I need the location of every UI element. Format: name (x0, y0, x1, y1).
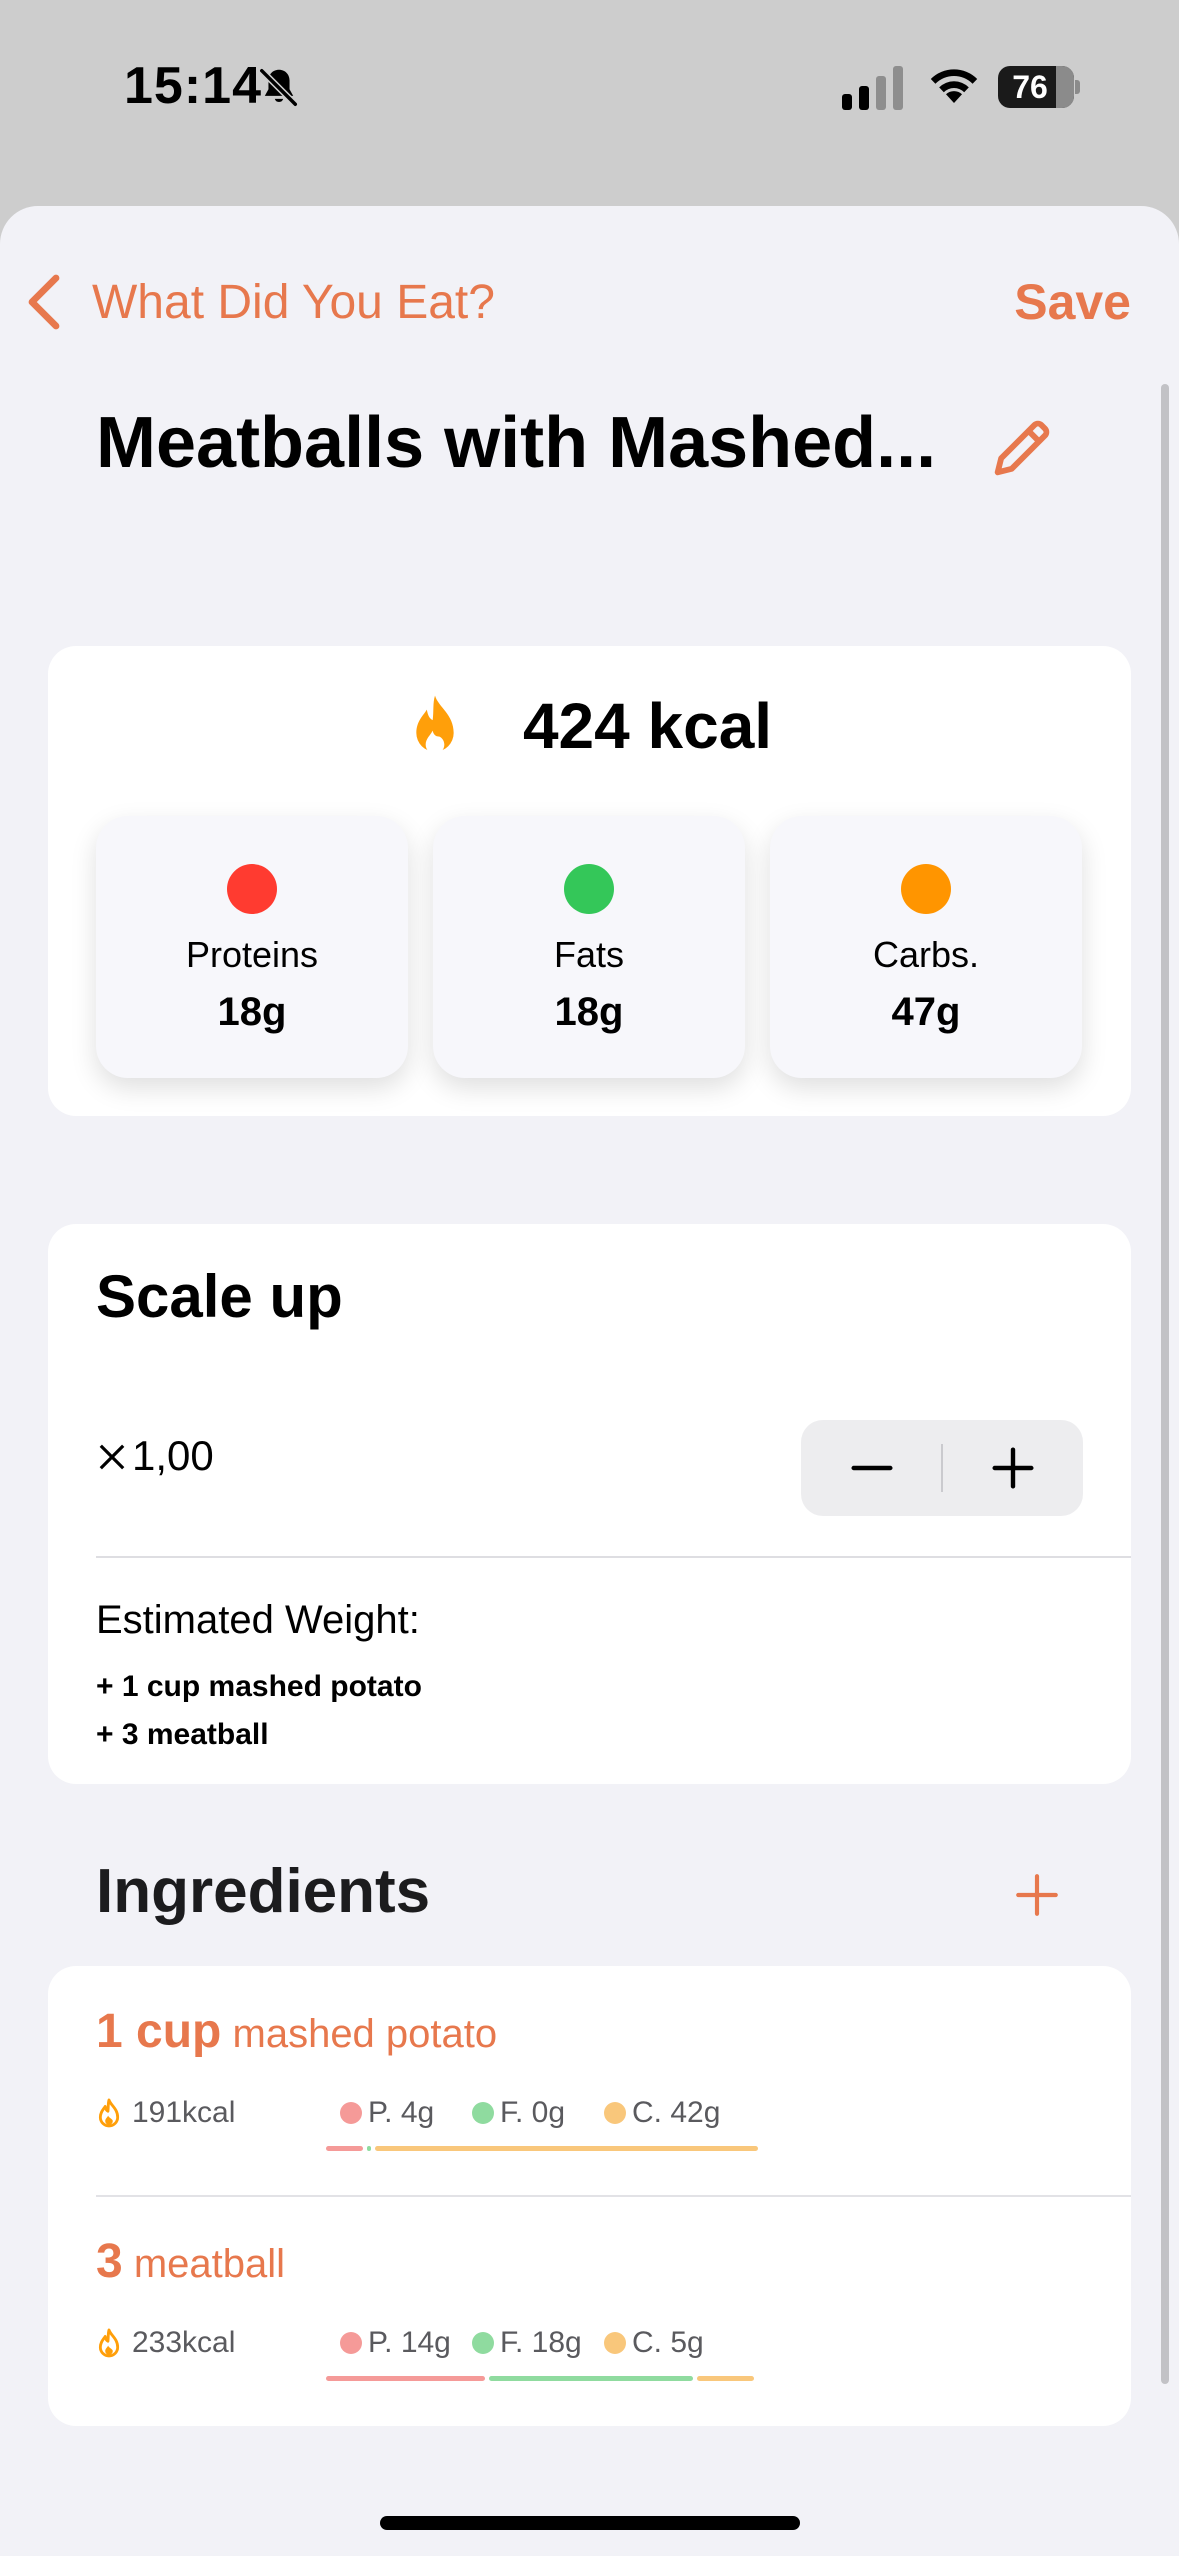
ingredient-carbs: C. 5g (604, 2326, 704, 2360)
carbs-dot (604, 2332, 626, 2354)
back-label: What Did You Eat? (92, 275, 495, 329)
battery-level: 76 (1012, 69, 1048, 105)
ingredient-label: meatball (133, 2242, 286, 2286)
ingredient-fat: F. 0g (472, 2096, 565, 2130)
scale-title: Scale up (96, 1263, 343, 1330)
ingredient-protein: P. 14g (340, 2326, 451, 2360)
macro-dot (564, 864, 614, 914)
macro-carbs: Carbs. 47g (770, 816, 1082, 1078)
pencil-icon[interactable] (986, 414, 1056, 484)
status-bar: 15:14 76 (0, 0, 1179, 190)
decrement-button[interactable] (801, 1420, 942, 1516)
macro-label: Proteins (185, 934, 319, 975)
ingredient-quantity: 3 (96, 2235, 123, 2288)
bell-slash-icon (258, 67, 299, 108)
macro-dot (227, 864, 277, 914)
plus-icon (991, 1447, 1034, 1489)
macro-label: Carbs. (872, 934, 980, 975)
fat-dot (472, 2332, 494, 2354)
ingredient-row[interactable]: 1 cup mashed potato 191kcal P. 4g F. 0g … (48, 1966, 1131, 2197)
ingredient-quantity: 1 cup (96, 2005, 222, 2058)
increment-button[interactable] (942, 1420, 1083, 1516)
ingredient-name: 1 cup mashed potato (96, 2004, 497, 2059)
weight-item: + 3 meatball (96, 1718, 269, 1751)
home-indicator[interactable] (380, 2516, 800, 2530)
ingredient-stats: 191kcal P. 4g F. 0g C. 42g (96, 2094, 1096, 2151)
fat-bar (367, 2146, 371, 2151)
carbs-bar (697, 2376, 754, 2381)
ingredient-row[interactable]: 3 meatball 233kcal P. 14g F. 18g C. 5g (48, 2196, 1131, 2426)
fat-bar (489, 2376, 693, 2381)
macro-label: Fats (553, 934, 624, 975)
protein-dot (340, 2102, 362, 2124)
ingredient-kcal: 191kcal (132, 2096, 236, 2129)
macro-dot (901, 864, 951, 914)
ingredient-carbs: C. 42g (604, 2096, 720, 2130)
ingredient-stats: 233kcal P. 14g F. 18g C. 5g (96, 2324, 1096, 2381)
scale-stepper (801, 1420, 1083, 1516)
estimated-weight-label: Estimated Weight: (96, 1598, 420, 1642)
macro-value: 47g (891, 990, 961, 1034)
back-button[interactable]: What Did You Eat? (24, 264, 495, 340)
ingredient-protein: P. 4g (340, 2096, 434, 2130)
protein-bar (326, 2146, 363, 2151)
nutrition-card: 424 kcal Proteins 18g Fats 18g Carbs. 47… (48, 646, 1131, 1116)
scale-multiplier: 1,00 (96, 1432, 214, 1480)
macro-proteins: Proteins 18g (96, 816, 408, 1078)
multiply-icon (99, 1444, 125, 1470)
meal-detail-sheet: What Did You Eat? Save Meatballs with Ma… (0, 206, 1179, 2556)
chevron-left-icon (28, 274, 60, 330)
fat-dot (472, 2102, 494, 2124)
macro-value: 18g (554, 990, 624, 1034)
scroll-indicator[interactable] (1161, 384, 1169, 2384)
battery-indicator: 76 (998, 66, 1080, 108)
minus-icon (850, 1465, 893, 1471)
macro-fats: Fats 18g (433, 816, 745, 1078)
weight-item: + 1 cup mashed potato (96, 1670, 422, 1703)
protein-dot (340, 2332, 362, 2354)
carbs-dot (604, 2102, 626, 2124)
ingredient-kcal: 233kcal (132, 2326, 236, 2359)
ingredients-title: Ingredients (96, 1857, 431, 1926)
multiplier-value: 1,00 (132, 1432, 214, 1479)
carbs-bar (375, 2146, 758, 2151)
ingredient-name: 3 meatball (96, 2234, 285, 2289)
protein-bar (326, 2376, 485, 2381)
add-ingredient-icon[interactable] (1012, 1870, 1062, 1920)
divider (96, 1556, 1131, 1558)
calories-row: 424 kcal (48, 686, 1131, 766)
ingredient-label: mashed potato (232, 2012, 498, 2056)
macro-value: 18g (217, 990, 287, 1034)
flame-icon (416, 695, 454, 754)
flame-icon (98, 2098, 120, 2128)
cellular-signal-icon (842, 66, 903, 110)
wifi-icon (930, 69, 978, 103)
total-calories: 424 kcal (522, 690, 773, 762)
ingredients-list: 1 cup mashed potato 191kcal P. 4g F. 0g … (48, 1966, 1131, 2426)
save-button[interactable]: Save (1014, 264, 1131, 340)
flame-icon (98, 2328, 120, 2358)
ingredient-fat: F. 18g (472, 2326, 582, 2360)
status-time: 15:14 (124, 57, 262, 115)
scale-card: Scale up 1,00 Estimated Weight: + 1 cup … (48, 1224, 1131, 1784)
page-title: Meatballs with Mashed... (96, 403, 937, 483)
